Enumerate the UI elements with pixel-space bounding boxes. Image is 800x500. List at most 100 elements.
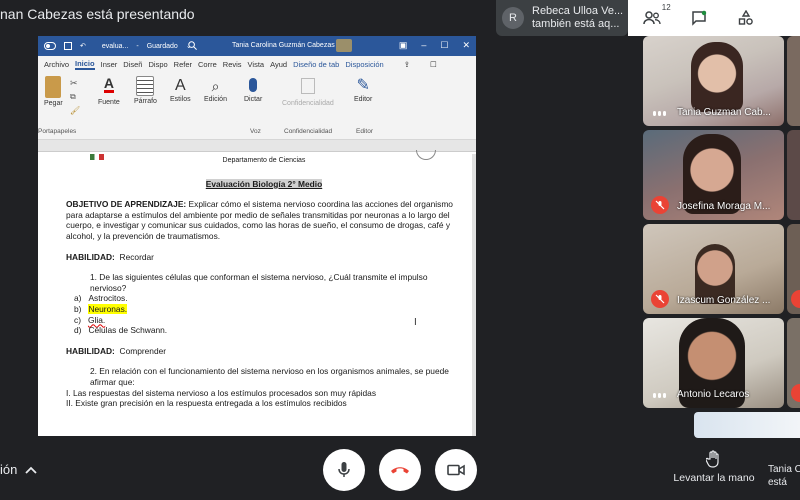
skill-recall: HABILIDAD: Recordar (66, 251, 154, 262)
tab-disposicion-doc[interactable]: Dispo (148, 60, 167, 69)
paste-icon (45, 76, 62, 98)
skill-understand: HABILIDAD: Comprender (66, 345, 167, 356)
option-a: a) Astrocitos. (74, 293, 128, 304)
save-icon[interactable] (64, 42, 72, 50)
comments-icon[interactable]: ☐ (430, 60, 437, 69)
tab-revisar[interactable]: Revis (223, 60, 242, 69)
word-ribbon-tabs: Archivo Inicio Inser Diseñ Dispo Refer C… (38, 56, 476, 72)
meet-window: nan Cabezas está presentando R Rebeca Ul… (0, 0, 800, 500)
format-painter-icon[interactable]: 🖌 (70, 106, 80, 115)
paragraph-button[interactable]: Párrafo (134, 76, 157, 105)
participant-video (691, 42, 743, 112)
tab-inicio[interactable]: Inicio (75, 59, 95, 70)
presenter-status: Tania C está (768, 464, 800, 488)
participant-tile-partial[interactable] (787, 130, 800, 220)
statement-1: I. Las respuestas del sistema nervioso a… (66, 387, 377, 398)
participant-name: Antonio Lecaros (677, 389, 750, 400)
document-name: evalua... (101, 42, 129, 50)
question-2: 2. En relación con el funcionamiento del… (90, 366, 449, 387)
tab-referencias[interactable]: Refer (174, 60, 192, 69)
tab-archivo[interactable]: Archivo (44, 60, 69, 69)
school-logo (90, 154, 104, 160)
tab-table-layout[interactable]: Disposición (345, 60, 383, 69)
confidentiality-button[interactable]: Confidencialidad (282, 76, 334, 107)
option-c: c) Glia. (74, 314, 106, 325)
question-1: 1. De las siguientes células que conform… (90, 272, 428, 293)
chat-button[interactable] (686, 5, 712, 31)
document-page[interactable]: Departamento de Ciencias Evaluación Biol… (58, 150, 470, 436)
editor-button[interactable]: ✎ Editor (354, 76, 372, 103)
activities-button[interactable] (733, 5, 759, 31)
meeting-details[interactable]: ión (0, 462, 37, 477)
paragraph-icon (136, 76, 155, 96)
people-button[interactable]: 12 (639, 3, 671, 31)
objective-paragraph: OBJETIVO DE APRENDIZAJE: Explicar cómo e… (66, 199, 453, 241)
tab-table-design[interactable]: Diseño de tab (293, 60, 339, 69)
participant-tile-4[interactable]: Antonio Lecaros (643, 318, 784, 408)
raise-hand-button[interactable]: Levantar la mano (668, 450, 760, 484)
doc-header-line: Departamento de Ciencias (222, 157, 306, 164)
styles-icon: A (174, 77, 186, 94)
microphone-icon (249, 78, 258, 92)
self-view-thumbnail[interactable] (694, 412, 800, 438)
horizontal-ruler (38, 140, 476, 152)
search-icon[interactable] (188, 41, 197, 50)
paste-button[interactable]: Pegar (44, 76, 63, 107)
close-icon[interactable]: ✕ (462, 40, 470, 51)
join-notification[interactable]: R Rebeca Ulloa Ve... también está aq... (496, 0, 628, 36)
microphone-icon (338, 462, 350, 477)
styles-button[interactable]: A Estilos (170, 76, 191, 103)
meeting-title: ión (0, 462, 18, 477)
font-button[interactable]: A Fuente (98, 76, 120, 106)
tab-ayuda[interactable]: Ayud (270, 60, 287, 69)
activities-icon (739, 10, 754, 25)
hang-up-icon (391, 467, 409, 474)
microphone-button[interactable] (323, 449, 365, 491)
notification-name: Rebeca Ulloa Ve... (532, 5, 624, 17)
text-cursor-icon: I (414, 317, 417, 328)
mic-muted-icon (651, 290, 669, 308)
mic-muted-icon (791, 384, 800, 402)
autosave-toggle-icon[interactable] (44, 42, 56, 50)
participant-name: Izascum González ... (677, 295, 771, 306)
mic-muted-icon (791, 290, 800, 308)
maximize-icon[interactable]: ☐ (440, 40, 448, 51)
tab-insertar[interactable]: Inser (101, 60, 118, 69)
question-1-options: a) Astrocitos. b) Neuronas. c) Glia. d) … (66, 293, 462, 335)
ribbon-display-icon[interactable]: ▣ (399, 40, 408, 51)
participant-name: Josefina Moraga M... (677, 201, 771, 212)
tab-diseno[interactable]: Diseñ (123, 60, 142, 69)
undo-icon[interactable]: ↶ (80, 42, 86, 50)
copy-icon[interactable]: ⧉ (70, 92, 76, 102)
voice-group-label: Voz (250, 128, 261, 135)
statement-2: II. Existe gran precisión en la respuest… (66, 398, 347, 409)
option-d: d) Células de Schwann. (74, 325, 168, 336)
chevron-up-icon (25, 466, 37, 474)
word-titlebar: ↶ evalua... - Guardado ⌄ Tania Carolina … (38, 36, 476, 56)
share-icon[interactable]: ⇪ (404, 60, 410, 69)
dictate-button[interactable]: Dictar (244, 76, 262, 103)
minimize-icon[interactable]: – (421, 40, 426, 51)
tab-vista[interactable]: Vista (248, 60, 265, 69)
participant-tile-3[interactable]: Izascum González ... (643, 224, 784, 314)
user-avatar[interactable] (336, 39, 352, 52)
end-call-button[interactable] (379, 449, 421, 491)
cut-icon[interactable]: ✂ (70, 78, 78, 89)
tab-correspondencia[interactable]: Corre (198, 60, 217, 69)
chat-icon (692, 10, 707, 26)
shared-screen-word: ↶ evalua... - Guardado ⌄ Tania Carolina … (38, 36, 476, 436)
editor-group-label: Editor (356, 128, 373, 135)
participant-name: Tania Guzman Cab... (677, 107, 771, 118)
participant-tile-partial[interactable] (787, 36, 800, 126)
camera-button[interactable] (435, 449, 477, 491)
participant-tile-partial[interactable] (787, 318, 800, 408)
participant-tile-partial[interactable] (787, 224, 800, 314)
confidentiality-icon (300, 78, 315, 94)
save-status: Guardado (146, 42, 178, 50)
vertical-scrollbar[interactable] (472, 154, 476, 436)
editing-button[interactable]: ⌕ Edición (204, 76, 227, 103)
notification-avatar: R (502, 7, 524, 29)
mic-muted-icon (651, 196, 669, 214)
participant-tile-2[interactable]: Josefina Moraga M... (643, 130, 784, 220)
participant-tile-1[interactable]: Tania Guzman Cab... (643, 36, 784, 126)
